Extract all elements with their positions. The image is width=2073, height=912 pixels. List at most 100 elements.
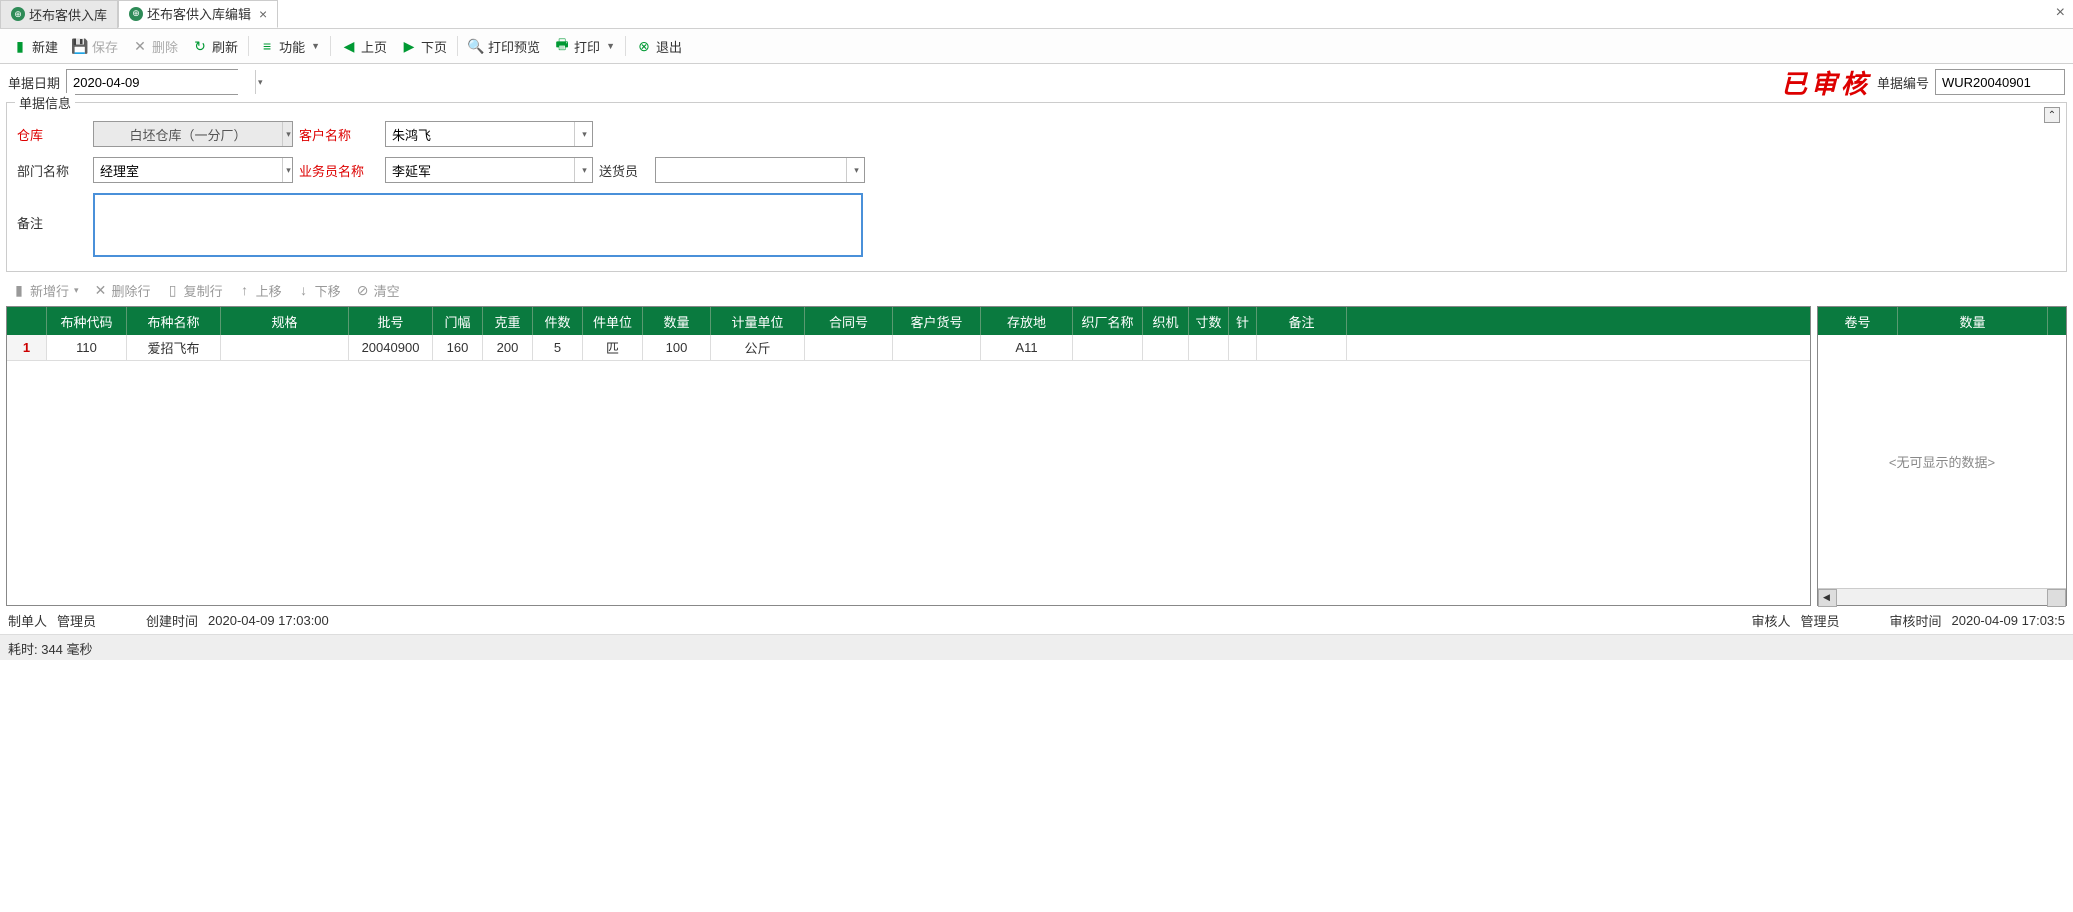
scroll-right-icon: ▶ xyxy=(2054,592,2061,603)
cell-loc[interactable]: A11 xyxy=(981,335,1073,360)
cell-remark[interactable] xyxy=(1257,335,1347,360)
col-roll[interactable]: 卷号 xyxy=(1818,307,1898,335)
cell-qty[interactable]: 100 xyxy=(643,335,711,360)
cell-spec[interactable] xyxy=(221,335,349,360)
cell-inch[interactable] xyxy=(1189,335,1229,360)
delete-row-button[interactable]: ✕ 删除行 xyxy=(88,279,156,302)
refresh-icon: ↻ xyxy=(192,38,208,54)
col-remark[interactable]: 备注 xyxy=(1257,307,1347,335)
close-all-icon[interactable]: × xyxy=(2056,4,2065,22)
move-down-button[interactable]: ↓ 下移 xyxy=(291,279,346,302)
chevron-down-icon: ▾ xyxy=(582,129,587,140)
dropdown-button[interactable]: ▾ xyxy=(574,122,592,146)
arrow-right-icon: ▶ xyxy=(401,38,417,54)
col-pcs[interactable]: 件数 xyxy=(533,307,583,335)
separator xyxy=(625,36,626,56)
table-row[interactable]: 1 110 爱招飞布 20040900 160 200 5 匹 100 公斤 A… xyxy=(7,335,1810,361)
customer-combo[interactable]: ▾ xyxy=(385,121,593,147)
move-up-button[interactable]: ↑ 上移 xyxy=(232,279,287,302)
cell-munit[interactable]: 公斤 xyxy=(711,335,805,360)
list-icon: ≡ xyxy=(259,38,275,54)
refresh-button[interactable]: ↻ 刷新 xyxy=(186,34,244,59)
arrow-left-icon: ◀ xyxy=(341,38,357,54)
col-spec[interactable]: 规格 xyxy=(221,307,349,335)
dept-combo[interactable]: ▾ xyxy=(93,157,293,183)
cell-name[interactable]: 爱招飞布 xyxy=(127,335,221,360)
function-button[interactable]: ≡ 功能 ▼ xyxy=(253,34,326,59)
dept-label: 部门名称 xyxy=(17,161,87,180)
main-grid[interactable]: 布种代码 布种名称 规格 批号 门幅 克重 件数 件单位 数量 计量单位 合同号… xyxy=(6,306,1811,606)
new-button[interactable]: ▮ 新建 xyxy=(6,34,64,59)
horizontal-scrollbar[interactable]: ◀ ▶ xyxy=(1818,588,2066,605)
side-grid[interactable]: 卷号 数量 <无可显示的数据> ◀ ▶ xyxy=(1817,306,2067,606)
doc-no-input[interactable] xyxy=(1935,69,2065,95)
dropdown-button[interactable]: ▾ xyxy=(574,158,592,182)
cell-pcs[interactable]: 5 xyxy=(533,335,583,360)
dept-input[interactable] xyxy=(94,158,282,182)
tab-inbound-edit[interactable]: ⊕ 坯布客供入库编辑 × xyxy=(118,0,278,28)
col-loc[interactable]: 存放地 xyxy=(981,307,1073,335)
deliverer-combo[interactable]: ▾ xyxy=(655,157,865,183)
salesman-combo[interactable]: ▾ xyxy=(385,157,593,183)
creator-label: 制单人 xyxy=(8,611,47,630)
col-qty[interactable]: 数量 xyxy=(643,307,711,335)
col-weight[interactable]: 克重 xyxy=(483,307,533,335)
dropdown-button[interactable]: ▾ xyxy=(282,122,292,146)
col-lot[interactable]: 批号 xyxy=(349,307,433,335)
dropdown-button[interactable]: ▾ xyxy=(846,158,864,182)
col-contract[interactable]: 合同号 xyxy=(805,307,893,335)
col-inch[interactable]: 寸数 xyxy=(1189,307,1229,335)
copy-row-button[interactable]: ▯ 复制行 xyxy=(160,279,228,302)
doc-date-input[interactable] xyxy=(67,70,255,94)
col-custno[interactable]: 客户货号 xyxy=(893,307,981,335)
col-name[interactable]: 布种名称 xyxy=(127,307,221,335)
col-munit[interactable]: 计量单位 xyxy=(711,307,805,335)
col-side-qty[interactable]: 数量 xyxy=(1898,307,2048,335)
status-text: 耗时: 344 毫秒 xyxy=(8,642,93,657)
separator xyxy=(457,36,458,56)
col-machine[interactable]: 织机 xyxy=(1143,307,1189,335)
cell-weight[interactable]: 200 xyxy=(483,335,533,360)
warehouse-label: 仓库 xyxy=(17,125,87,144)
cell-punit[interactable]: 匹 xyxy=(583,335,643,360)
cell-code[interactable]: 110 xyxy=(47,335,127,360)
cell-factory[interactable] xyxy=(1073,335,1143,360)
cell-width[interactable]: 160 xyxy=(433,335,483,360)
cell-contract[interactable] xyxy=(805,335,893,360)
exit-button[interactable]: ⊗ 退出 xyxy=(630,34,688,59)
tab-inbound-list[interactable]: ⊕ 坯布客供入库 xyxy=(0,0,118,28)
add-row-button[interactable]: ▮ 新增行 ▾ xyxy=(6,279,84,302)
salesman-input[interactable] xyxy=(386,158,574,182)
col-code[interactable]: 布种代码 xyxy=(47,307,127,335)
print-preview-button[interactable]: 🔍 打印预览 xyxy=(462,34,546,59)
grid-area: 布种代码 布种名称 规格 批号 门幅 克重 件数 件单位 数量 计量单位 合同号… xyxy=(0,306,2073,606)
warehouse-combo[interactable]: ▾ xyxy=(93,121,293,147)
col-width[interactable]: 门幅 xyxy=(433,307,483,335)
collapse-button[interactable]: ⌃ xyxy=(2044,107,2060,123)
globe-icon: ⊕ xyxy=(129,7,143,21)
chevron-down-icon: ▾ xyxy=(286,165,291,176)
remark-textarea[interactable] xyxy=(93,193,863,257)
col-needle[interactable]: 针 xyxy=(1229,307,1257,335)
prev-page-button[interactable]: ◀ 上页 xyxy=(335,34,393,59)
cell-needle[interactable] xyxy=(1229,335,1257,360)
new-icon: ▮ xyxy=(12,38,28,54)
col-factory[interactable]: 织厂名称 xyxy=(1073,307,1143,335)
close-icon[interactable]: × xyxy=(259,6,267,22)
doc-date-field[interactable]: ▾ xyxy=(66,69,238,95)
date-dropdown-button[interactable]: ▾ xyxy=(255,70,263,94)
approve-time-value: 2020-04-09 17:03:5 xyxy=(1952,613,2065,628)
cell-machine[interactable] xyxy=(1143,335,1189,360)
next-page-button[interactable]: ▶ 下页 xyxy=(395,34,453,59)
date-bar: 单据日期 ▾ 已审核 单据编号 xyxy=(0,64,2073,100)
dropdown-button[interactable]: ▾ xyxy=(282,158,292,182)
up-icon: ↑ xyxy=(237,282,253,298)
cell-custno[interactable] xyxy=(893,335,981,360)
cell-lot[interactable]: 20040900 xyxy=(349,335,433,360)
deliverer-input[interactable] xyxy=(656,158,846,182)
col-punit[interactable]: 件单位 xyxy=(583,307,643,335)
print-button[interactable]: 🖶 打印 ▼ xyxy=(548,34,621,59)
clear-button[interactable]: ⊘ 清空 xyxy=(350,279,405,302)
chevron-down-icon: ▼ xyxy=(606,41,615,51)
customer-input[interactable] xyxy=(386,122,574,146)
